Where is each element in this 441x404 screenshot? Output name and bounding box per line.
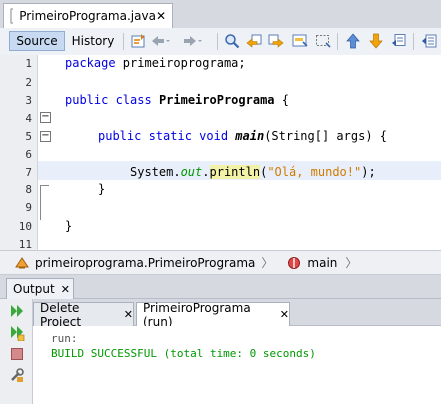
- settings-icon[interactable]: [9, 367, 25, 383]
- line-number: 6: [25, 148, 32, 161]
- last-edit-icon[interactable]: [130, 33, 146, 49]
- breadcrumb-method[interactable]: main: [307, 256, 337, 270]
- toolbar-separator: [217, 33, 218, 50]
- find-next-icon[interactable]: [268, 33, 284, 49]
- breadcrumb-class[interactable]: primeiroprograma.PrimeiroPrograma: [35, 256, 255, 270]
- line-number: 4: [25, 112, 32, 125]
- fold-guide: [40, 185, 41, 220]
- history-button[interactable]: History: [69, 31, 117, 51]
- output-tab[interactable]: Output ✕: [6, 278, 74, 299]
- close-tab-icon[interactable]: ✕: [156, 9, 166, 23]
- shift-left-icon[interactable]: [421, 33, 437, 49]
- find-previous-icon[interactable]: [246, 33, 262, 49]
- tab-label: PrimeiroPrograma (run): [143, 300, 251, 329]
- code-line-1: package primeiroprograma;: [65, 56, 246, 70]
- tab-primeiroprograma-run[interactable]: PrimeiroPrograma (run) ✕: [136, 300, 290, 329]
- back-icon[interactable]: [150, 33, 170, 49]
- toggle-highlight-icon[interactable]: [292, 33, 308, 49]
- code-line-7: System.out.println("Olá, mundo!");: [130, 165, 376, 179]
- source-button[interactable]: Source: [9, 31, 65, 51]
- println-highlight: println: [209, 165, 261, 179]
- code-editor[interactable]: − package primeiroprograma; public class…: [0, 55, 441, 251]
- close-output-icon[interactable]: ✕: [61, 283, 70, 296]
- output-console[interactable]: run: BUILD SUCCESSFUL (total time: 0 sec…: [33, 326, 441, 404]
- previous-bookmark-icon[interactable]: [345, 33, 361, 49]
- breadcrumb-separator: 〉: [261, 256, 274, 270]
- class-icon: [15, 256, 29, 268]
- stop-icon[interactable]: [11, 348, 23, 360]
- rerun-different-params-icon[interactable]: [9, 325, 25, 341]
- toolbar-separator: [123, 33, 124, 50]
- output-tab-label: Output: [13, 282, 55, 296]
- forward-icon[interactable]: [182, 33, 202, 49]
- breadcrumb: primeiroprograma.PrimeiroPrograma 〉 main…: [0, 250, 441, 275]
- tab-label: Delete Project: [40, 300, 82, 329]
- code-line-5: public static void main(String[] args) {: [98, 129, 388, 143]
- line-number: 2: [25, 76, 32, 89]
- code-line-10: }: [65, 219, 73, 233]
- toolbar-separator: [337, 33, 338, 50]
- rerun-icon[interactable]: [9, 303, 25, 319]
- java-file-icon: [10, 8, 14, 24]
- line-number: 7: [25, 166, 32, 179]
- file-tab-primeiroprograma[interactable]: PrimeiroPrograma.java ✕: [3, 3, 173, 28]
- close-tab-icon[interactable]: ✕: [280, 308, 289, 321]
- line-number: 3: [25, 94, 32, 107]
- file-tab-label: PrimeiroPrograma.java: [19, 9, 156, 23]
- toolbar-separator: [413, 33, 414, 50]
- toggle-bookmark-icon[interactable]: [391, 33, 407, 49]
- output-line-build-success: BUILD SUCCESSFUL (total time: 0 seconds): [51, 347, 316, 360]
- editor-toolbar: Source History: [0, 28, 441, 56]
- line-number: 8: [25, 183, 32, 196]
- output-tabs: Delete Project ✕ PrimeiroPrograma (run) …: [33, 299, 441, 329]
- tab-delete-project[interactable]: Delete Project ✕: [33, 300, 134, 329]
- output-side-toolbar: [0, 299, 33, 404]
- line-number: 10: [18, 220, 32, 233]
- code-line-3: public class PrimeiroPrograma {: [65, 93, 289, 107]
- fold-toggle[interactable]: −: [40, 112, 51, 123]
- find-icon[interactable]: [224, 33, 240, 49]
- fold-guide-end: [41, 185, 49, 186]
- line-number: 1: [25, 57, 32, 70]
- output-window-header: Output ✕: [0, 275, 441, 299]
- method-icon: [288, 256, 301, 269]
- line-number: 5: [25, 130, 32, 143]
- code-line-8: }: [98, 182, 106, 196]
- fold-toggle[interactable]: −: [40, 131, 51, 142]
- next-bookmark-icon[interactable]: [368, 33, 384, 49]
- close-tab-icon[interactable]: ✕: [124, 308, 133, 321]
- editor-tab-strip: PrimeiroPrograma.java ✕: [0, 0, 441, 29]
- output-line: run:: [51, 332, 78, 345]
- breadcrumb-separator: 〉: [345, 256, 358, 270]
- line-number: 9: [25, 201, 32, 214]
- toggle-rect-selection-icon[interactable]: [315, 33, 331, 49]
